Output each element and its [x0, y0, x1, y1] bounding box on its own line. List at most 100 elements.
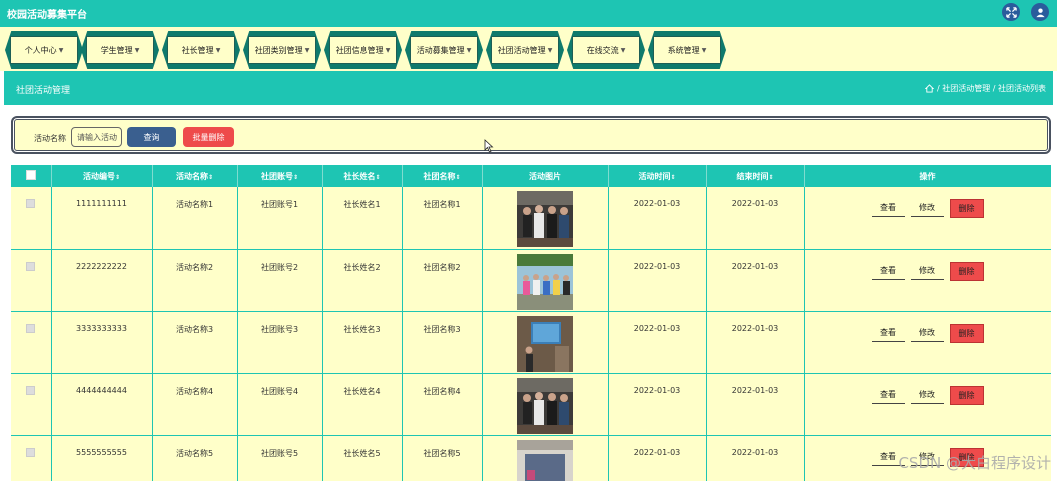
nav-item-label: 社团活动管理	[497, 45, 546, 55]
nav-item-label: 系统管理	[667, 45, 700, 55]
nav-item-leader[interactable]: 社长管理 ▼	[162, 31, 240, 69]
cell-end-time: 2022-01-03	[706, 249, 805, 312]
cell-club-account: 社团账号2	[237, 249, 323, 312]
edit-button[interactable]: 修改	[910, 386, 944, 404]
activity-photo[interactable]	[517, 191, 573, 247]
delete-button[interactable]: 删除	[949, 385, 984, 405]
nav-item-activity-raise[interactable]: 活动募集管理 ▼	[405, 31, 483, 69]
chevron-down-icon: ▼	[701, 46, 707, 54]
row-checkbox[interactable]	[26, 261, 36, 271]
app-title: 校园活动募集平台	[7, 10, 87, 21]
cell-activity-id: 2222222222	[51, 249, 153, 312]
select-all-header	[11, 165, 52, 187]
nav-item-club-activity[interactable]: 社团活动管理 ▼	[486, 31, 564, 69]
delete-button[interactable]: 删除	[949, 323, 984, 343]
cell-activity-name: 活动名称3	[152, 311, 238, 374]
nav-item-label: 在线交流	[586, 45, 619, 55]
activity-photo[interactable]	[517, 315, 573, 372]
cell-activity-id: 4444444444	[51, 373, 153, 436]
breadcrumb-bar: 社团活动管理 / 社团活动管理 / 社团活动列表	[4, 71, 1053, 105]
header-label: 社团账号	[260, 171, 293, 181]
home-icon[interactable]	[924, 84, 934, 93]
cell-leader-name: 社长姓名4	[322, 373, 403, 436]
row-checkbox[interactable]	[26, 447, 36, 457]
cell-club-name: 社团名称2	[402, 249, 483, 312]
sort-icon: ⇕	[114, 173, 121, 181]
cell-activity-time: 2022-01-03	[608, 435, 707, 481]
sort-icon: ⇕	[375, 173, 381, 181]
header-label: 结束时间	[736, 171, 769, 181]
cell-club-account: 社团账号1	[237, 187, 323, 250]
view-button[interactable]: 查看	[871, 262, 905, 280]
row-checkbox[interactable]	[26, 385, 36, 395]
header-leader-name[interactable]: 社长姓名⇕	[322, 165, 403, 187]
batch-delete-button[interactable]: 批量删除	[183, 127, 234, 147]
nav-item-label: 社团类别管理	[254, 45, 303, 55]
query-button[interactable]: 查询	[127, 127, 176, 147]
top-bar: 校园活动募集平台	[0, 0, 1057, 27]
header-actions: 操作	[804, 165, 1051, 187]
row-checkbox[interactable]	[26, 199, 36, 208]
nav-item-online-chat[interactable]: 在线交流 ▼	[567, 31, 645, 69]
main-nav: 个人中心 ▼ 学生管理 ▼ 社长管理 ▼ 社团类别管理 ▼ 社团信息管理 ▼ 活动募集管理…	[0, 27, 1057, 71]
nav-item-system[interactable]: 系统管理 ▼	[648, 31, 726, 69]
chevron-down-icon: ▼	[620, 46, 626, 54]
search-label: 活动名称	[34, 134, 66, 143]
cell-activity-name: 活动名称5	[152, 435, 238, 481]
cell-activity-time: 2022-01-03	[608, 311, 707, 374]
chevron-down-icon: ▼	[215, 46, 221, 54]
view-button[interactable]: 查看	[871, 199, 905, 217]
nav-item-student[interactable]: 学生管理 ▼	[81, 31, 159, 69]
edit-button[interactable]: 修改	[910, 262, 944, 280]
header-club-account[interactable]: 社团账号⇕	[237, 165, 323, 187]
fullscreen-icon[interactable]	[1002, 3, 1020, 21]
edit-button[interactable]: 修改	[910, 324, 944, 342]
header-activity-name[interactable]: 活动名称⇕	[152, 165, 238, 187]
header-activity-time[interactable]: 活动时间⇕	[608, 165, 707, 187]
view-button[interactable]: 查看	[871, 324, 905, 342]
row-checkbox[interactable]	[26, 323, 36, 333]
cell-activity-time: 2022-01-03	[608, 249, 707, 312]
cell-end-time: 2022-01-03	[706, 311, 805, 374]
nav-item-club-info[interactable]: 社团信息管理 ▼	[324, 31, 402, 69]
activity-photo[interactable]	[517, 439, 573, 481]
chevron-down-icon: ▼	[466, 46, 472, 54]
delete-button[interactable]: 删除	[949, 261, 984, 281]
activity-table: 活动编号⇕ 活动名称⇕ 社团账号⇕ 社长姓名⇕ 社团名称⇕ 活动图片 活动时间⇕…	[11, 165, 1051, 481]
nav-item-personal-center[interactable]: 个人中心 ▼	[5, 31, 83, 69]
nav-item-label: 个人中心	[24, 45, 57, 55]
cell-activity-id: 1111111111	[51, 187, 153, 250]
sort-icon: ⇕	[292, 173, 299, 181]
nav-item-label: 活动募集管理	[416, 45, 465, 55]
table-row: 5555555555 活动名称5 社团账号5 社长姓名5 社团名称5 2022-…	[11, 435, 1051, 481]
watermark: CSDN @大白程序设计	[898, 454, 1051, 472]
sort-icon: ⇕	[455, 173, 461, 181]
view-button[interactable]: 查看	[871, 386, 905, 404]
edit-button[interactable]: 修改	[910, 199, 944, 217]
header-club-name[interactable]: 社团名称⇕	[402, 165, 483, 187]
nav-item-club-category[interactable]: 社团类别管理 ▼	[243, 31, 321, 69]
cell-club-name: 社团名称3	[402, 311, 483, 374]
cell-activity-name: 活动名称4	[152, 373, 238, 436]
sort-icon: ⇕	[670, 173, 676, 181]
cursor-icon	[484, 139, 494, 153]
delete-button[interactable]: 删除	[949, 199, 984, 218]
cell-club-name: 社团名称4	[402, 373, 483, 436]
select-all-checkbox[interactable]	[25, 170, 36, 180]
nav-item-label: 社长管理	[181, 45, 214, 55]
table-row: 2222222222 活动名称2 社团账号2 社长姓名2 社团名称2 2022-…	[11, 249, 1051, 312]
header-end-time[interactable]: 结束时间⇕	[706, 165, 805, 187]
activity-photo[interactable]	[517, 253, 573, 310]
activity-name-input[interactable]	[71, 127, 122, 147]
header-label: 社团名称	[423, 171, 456, 181]
activity-photo[interactable]	[517, 377, 573, 434]
header-label: 活动名称	[175, 171, 208, 181]
breadcrumb-path: / 社团活动管理 / 社团活动列表	[936, 84, 1046, 93]
cell-club-account: 社团账号4	[237, 373, 323, 436]
chevron-down-icon: ▼	[547, 46, 553, 54]
header-label: 活动时间	[638, 171, 671, 181]
table-row: 1111111111 活动名称1 社团账号1 社长姓名1 社团名称1 2022-…	[11, 187, 1051, 250]
header-activity-id[interactable]: 活动编号⇕	[51, 165, 153, 187]
nav-item-label: 学生管理	[100, 45, 133, 55]
user-icon[interactable]	[1031, 3, 1049, 21]
